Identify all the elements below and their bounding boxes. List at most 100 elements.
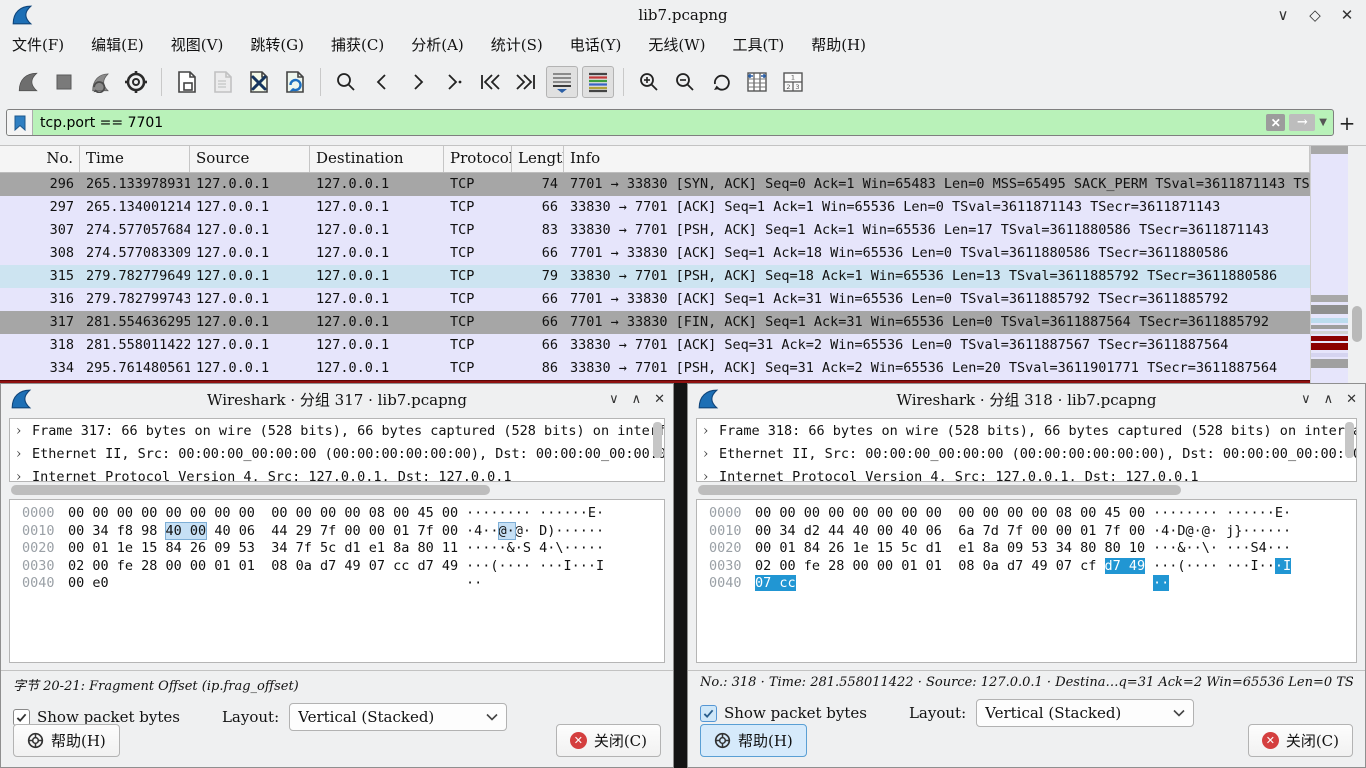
column-header-time[interactable]: Time	[80, 146, 190, 172]
hex-line[interactable]: 004007 cc··	[709, 575, 1356, 593]
filter-clear-icon[interactable]: ✕	[1266, 114, 1285, 131]
dialog-shade-icon[interactable]: ∨	[1301, 392, 1311, 407]
column-header-destination[interactable]: Destination	[310, 146, 444, 172]
dialog-shade-icon[interactable]: ∨	[609, 392, 619, 407]
menu-item[interactable]: 电话(Y)	[570, 34, 622, 55]
menu-item[interactable]: 分析(A)	[411, 34, 464, 55]
filter-text[interactable]: tcp.port == 7701	[33, 115, 1266, 131]
layout-switch-icon[interactable]: 123	[777, 66, 809, 98]
column-header-info[interactable]: Info	[564, 146, 1310, 172]
protocol-tree-item[interactable]: ›Ethernet II, Src: 00:00:00_00:00:00 (00…	[703, 443, 1356, 466]
capture-start-icon[interactable]	[12, 66, 44, 98]
menu-item[interactable]: 无线(W)	[648, 34, 705, 55]
hex-line[interactable]: 002000 01 84 26 1e 15 5c d1 e1 8a 09 53 …	[709, 540, 1356, 558]
close-button[interactable]: ✕ 关闭(C)	[556, 724, 661, 757]
bookmark-icon[interactable]	[7, 110, 33, 135]
scrollbar-thumb[interactable]	[1352, 306, 1362, 342]
menu-item[interactable]: 文件(F)	[12, 34, 64, 55]
packet-row-296[interactable]: 296265.133978931127.0.0.1127.0.0.1TCP747…	[0, 173, 1310, 196]
filter-apply-icon[interactable]: →	[1289, 114, 1315, 131]
hex-line[interactable]: 003002 00 fe 28 00 00 01 01 08 0a d7 49 …	[709, 558, 1356, 576]
layout-select[interactable]: Vertical (Stacked)	[976, 699, 1194, 727]
find-packet-icon[interactable]	[330, 66, 362, 98]
protocol-tree-item[interactable]: ›Frame 317: 66 bytes on wire (528 bits),…	[16, 420, 664, 443]
menu-item[interactable]: 视图(V)	[171, 34, 224, 55]
go-to-packet-icon[interactable]	[438, 66, 470, 98]
previous-packet-icon[interactable]	[366, 66, 398, 98]
dialog-close-icon[interactable]: ✕	[1346, 392, 1357, 407]
dialog-close-icon[interactable]: ✕	[654, 392, 665, 407]
protocol-tree-item[interactable]: ›Frame 318: 66 bytes on wire (528 bits),…	[703, 420, 1356, 443]
last-packet-icon[interactable]	[510, 66, 542, 98]
display-filter-input[interactable]: tcp.port == 7701 ✕ → ▼	[6, 109, 1334, 136]
packet-row-308[interactable]: 308274.577083309127.0.0.1127.0.0.1TCP667…	[0, 242, 1310, 265]
protocol-tree-item[interactable]: ›Ethernet II, Src: 00:00:00_00:00:00 (00…	[16, 443, 664, 466]
tree-hscrollbar[interactable]	[696, 484, 1357, 497]
menu-item[interactable]: 统计(S)	[491, 34, 543, 55]
hex-line[interactable]: 002000 01 1e 15 84 26 09 53 34 7f 5c d1 …	[22, 540, 664, 558]
capture-options-icon[interactable]	[120, 66, 152, 98]
packet-row-318[interactable]: 318281.558011422127.0.0.1127.0.0.1TCP663…	[0, 334, 1310, 357]
tree-scrollbar-thumb[interactable]	[653, 422, 662, 458]
menu-item[interactable]: 编辑(E)	[91, 34, 144, 55]
tree-scrollbar-thumb[interactable]	[1345, 422, 1354, 458]
help-button[interactable]: 帮助(H)	[700, 724, 807, 757]
file-save-icon[interactable]	[207, 66, 239, 98]
auto-scroll-icon[interactable]	[546, 66, 578, 98]
column-header-source[interactable]: Source	[190, 146, 310, 172]
show-packet-bytes-checkbox[interactable]	[13, 709, 30, 726]
intelligent-scrollbar-minimap[interactable]	[1310, 146, 1348, 383]
menu-item[interactable]: 工具(T)	[732, 34, 784, 55]
show-packet-bytes-checkbox[interactable]	[700, 705, 717, 722]
tree-hscrollbar[interactable]	[9, 484, 665, 497]
hex-line[interactable]: 000000 00 00 00 00 00 00 00 00 00 00 00 …	[22, 505, 664, 523]
file-close-icon[interactable]	[243, 66, 275, 98]
menu-item[interactable]: 帮助(H)	[811, 34, 866, 55]
menu-item[interactable]: 捕获(C)	[331, 34, 384, 55]
packet-row-307[interactable]: 307274.577057684127.0.0.1127.0.0.1TCP833…	[0, 219, 1310, 242]
hex-line[interactable]: 000000 00 00 00 00 00 00 00 00 00 00 00 …	[709, 505, 1356, 523]
close-button[interactable]: ✕ 关闭(C)	[1248, 724, 1353, 757]
packet-row-316[interactable]: 316279.782799743127.0.0.1127.0.0.1TCP667…	[0, 288, 1310, 311]
expander-icon: ›	[703, 466, 719, 482]
hscrollbar-thumb[interactable]	[11, 485, 490, 495]
column-header-no[interactable]: No.	[0, 146, 80, 172]
packet-list-scrollbar[interactable]	[1348, 146, 1366, 383]
colorize-icon[interactable]	[582, 66, 614, 98]
capture-restart-icon[interactable]	[84, 66, 116, 98]
help-buoy-icon	[714, 732, 731, 749]
file-reload-icon[interactable]	[279, 66, 311, 98]
close-icon[interactable]: ✕	[1338, 6, 1356, 24]
dialog-unshade-icon[interactable]: ∧	[1324, 392, 1334, 407]
toolbar-separator	[623, 68, 624, 96]
hex-line[interactable]: 003002 00 fe 28 00 00 01 01 08 0a d7 49 …	[22, 558, 664, 576]
dialog-unshade-icon[interactable]: ∧	[632, 392, 642, 407]
file-open-icon[interactable]	[171, 66, 203, 98]
filter-dropdown-caret-icon[interactable]: ▼	[1319, 117, 1327, 128]
packet-row-317[interactable]: 317281.554636295127.0.0.1127.0.0.1TCP667…	[0, 311, 1310, 334]
first-packet-icon[interactable]	[474, 66, 506, 98]
hex-line[interactable]: 001000 34 f8 98 40 00 40 06 44 29 7f 00 …	[22, 523, 664, 541]
hscrollbar-thumb[interactable]	[698, 485, 1181, 495]
column-header-length[interactable]: Length	[512, 146, 564, 172]
protocol-tree-item[interactable]: ›Internet Protocol Version 4, Src: 127.0…	[16, 466, 664, 482]
packet-row-334[interactable]: 334295.761480561127.0.0.1127.0.0.1TCP863…	[0, 357, 1310, 380]
maximize-icon[interactable]: ◇	[1306, 6, 1324, 24]
filter-add-button[interactable]: +	[1334, 111, 1360, 135]
column-header-protocol[interactable]: Protocol	[444, 146, 512, 172]
show-packet-bytes-label[interactable]: Show packet bytes	[724, 704, 867, 722]
zoom-out-icon[interactable]	[669, 66, 701, 98]
protocol-tree-item[interactable]: ›Internet Protocol Version 4, Src: 127.0…	[703, 466, 1356, 482]
minimize-icon[interactable]: ∨	[1274, 6, 1292, 24]
capture-stop-icon[interactable]	[48, 66, 80, 98]
resize-columns-icon[interactable]	[741, 66, 773, 98]
packet-row-297[interactable]: 297265.134001214127.0.0.1127.0.0.1TCP663…	[0, 196, 1310, 219]
menu-item[interactable]: 跳转(G)	[250, 34, 304, 55]
zoom-in-icon[interactable]	[633, 66, 665, 98]
help-button[interactable]: 帮助(H)	[13, 724, 120, 757]
hex-line[interactable]: 001000 34 d2 44 40 00 40 06 6a 7d 7f 00 …	[709, 523, 1356, 541]
zoom-reset-icon[interactable]	[705, 66, 737, 98]
hex-line[interactable]: 004000 e0··	[22, 575, 664, 593]
next-packet-icon[interactable]	[402, 66, 434, 98]
packet-row-315[interactable]: 315279.782779649127.0.0.1127.0.0.1TCP793…	[0, 265, 1310, 288]
